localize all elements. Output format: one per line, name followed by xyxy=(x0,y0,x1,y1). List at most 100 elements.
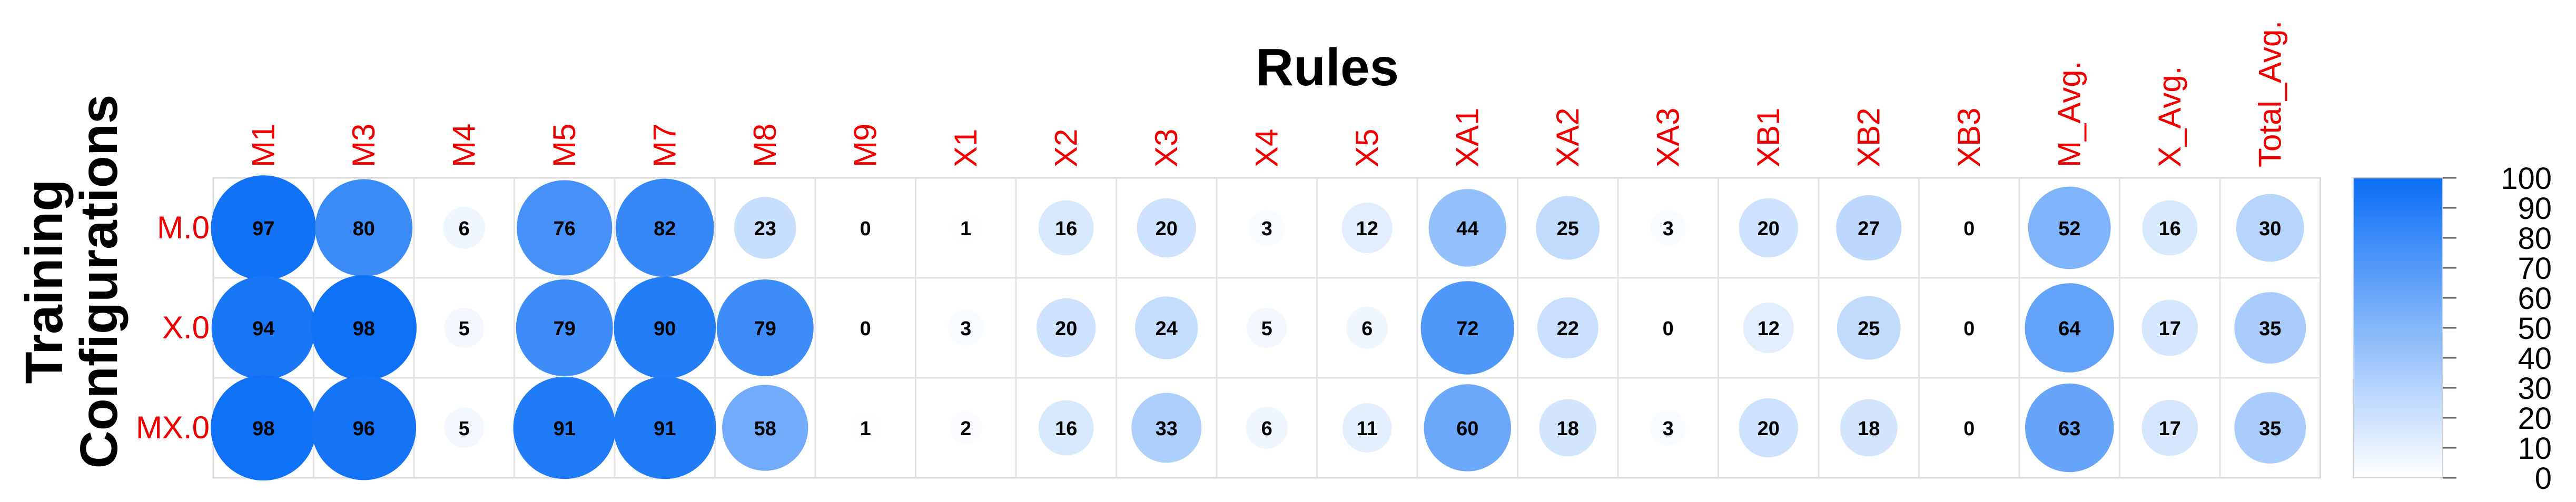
cell-value: 12 xyxy=(1758,318,1780,340)
cell-value: 12 xyxy=(1356,218,1378,240)
column-label: XB2 xyxy=(1851,108,1886,167)
cell-value: 3 xyxy=(1663,418,1674,440)
column-label: Total_Avg. xyxy=(2252,21,2287,167)
cell-value: 94 xyxy=(252,318,274,340)
column-label: X2 xyxy=(1048,129,1083,167)
cell-value: 18 xyxy=(1858,418,1880,440)
colorbar-tick-label: 100 xyxy=(2501,162,2552,196)
column-label: M7 xyxy=(647,124,682,167)
colorbar-tick-label: 50 xyxy=(2518,312,2552,346)
column-label: X4 xyxy=(1249,129,1284,167)
colorbar-tick-label: 0 xyxy=(2535,461,2552,496)
cell-value: 35 xyxy=(2259,418,2281,440)
cell-value: 20 xyxy=(1758,418,1780,440)
cell-value: 72 xyxy=(1456,318,1478,340)
cell-value: 96 xyxy=(353,418,375,440)
column-label: XB3 xyxy=(1951,108,1987,167)
y-axis-title-line: Configurations xyxy=(70,94,129,468)
cell-value: 5 xyxy=(459,318,470,340)
column-label: X1 xyxy=(948,129,983,167)
row-label: MX.0 xyxy=(136,410,210,445)
cell-value: 0 xyxy=(1963,418,1975,440)
column-label: XA3 xyxy=(1650,108,1685,167)
colorbar-tick-label: 20 xyxy=(2518,401,2552,436)
cell-value: 25 xyxy=(1557,218,1579,240)
y-axis-title: TrainingConfigurations xyxy=(15,94,129,468)
cell-value: 35 xyxy=(2259,318,2281,340)
row-label: X.0 xyxy=(162,310,210,345)
column-label: XA2 xyxy=(1550,108,1585,167)
cell-value: 52 xyxy=(2058,218,2080,240)
cell-value: 11 xyxy=(1357,418,1378,440)
cell-value: 0 xyxy=(1663,318,1674,340)
colorbar-tick-label: 30 xyxy=(2518,372,2552,406)
cell-value: 23 xyxy=(754,218,776,240)
cell-value: 24 xyxy=(1156,318,1178,340)
cell-value: 6 xyxy=(1261,418,1272,440)
column-label: X3 xyxy=(1149,129,1184,167)
column-label: X5 xyxy=(1349,129,1385,167)
row-label: M.0 xyxy=(157,210,210,245)
cell-value: 97 xyxy=(252,218,274,240)
column-label: M3 xyxy=(346,124,381,167)
cell-value: 0 xyxy=(1963,218,1975,240)
cell-value: 58 xyxy=(754,418,776,440)
cell-value: 90 xyxy=(654,318,676,340)
cell-value: 64 xyxy=(2058,318,2080,340)
colorbar-tick-label: 40 xyxy=(2518,342,2552,376)
cell-value: 79 xyxy=(754,318,776,340)
cell-value: 2 xyxy=(960,418,971,440)
cell-value: 60 xyxy=(1456,418,1478,440)
y-axis-title-line: Training xyxy=(15,179,74,384)
cell-value: 91 xyxy=(654,418,676,440)
cell-value: 17 xyxy=(2159,418,2181,440)
cell-value: 22 xyxy=(1557,318,1579,340)
colorbar-tick-label: 90 xyxy=(2518,192,2552,226)
column-label: XA1 xyxy=(1449,108,1485,167)
cell-value: 25 xyxy=(1858,318,1880,340)
column-label: M9 xyxy=(847,124,883,167)
colorbar-bar xyxy=(2353,177,2443,478)
heatmap-chart: Rules TrainingConfigurations M1 M3 M4 M5 M7 M… xyxy=(15,21,2552,496)
cell-value: 0 xyxy=(1963,318,1975,340)
cell-value: 3 xyxy=(960,318,971,340)
cell-value: 79 xyxy=(554,318,576,340)
cell-value: 16 xyxy=(2159,218,2181,240)
cell-value: 44 xyxy=(1456,218,1478,240)
cell-value: 20 xyxy=(1156,218,1178,240)
column-label: M1 xyxy=(245,124,281,167)
colorbar: 1009080706050403020100 xyxy=(2353,162,2552,496)
cell-value: 5 xyxy=(459,418,470,440)
colorbar-tick-label: 80 xyxy=(2518,222,2552,256)
cell-value: 1 xyxy=(860,418,871,440)
chart-title: Rules xyxy=(1256,38,1399,97)
cell-value: 18 xyxy=(1557,418,1579,440)
cell-value: 20 xyxy=(1055,318,1077,340)
cell-value: 6 xyxy=(459,218,470,240)
column-label: X_Avg. xyxy=(2152,66,2187,167)
cell-value: 80 xyxy=(353,218,375,240)
cell-value: 76 xyxy=(554,218,576,240)
column-label: M_Avg. xyxy=(2051,61,2087,167)
colorbar-tick-label: 70 xyxy=(2518,252,2552,286)
cell-value: 0 xyxy=(860,318,871,340)
cell-value: 1 xyxy=(960,218,971,240)
cell-value: 63 xyxy=(2058,418,2080,440)
cell-value: 20 xyxy=(1758,218,1780,240)
cell-value: 6 xyxy=(1361,318,1373,340)
colorbar-tick-label: 60 xyxy=(2518,282,2552,316)
cell-value: 27 xyxy=(1858,218,1880,240)
cell-value: 16 xyxy=(1055,418,1077,440)
row-labels: M.0 X.0 MX.0 xyxy=(136,210,210,445)
cell-value: 98 xyxy=(353,318,375,340)
column-label: XB1 xyxy=(1751,108,1786,167)
cell-value: 0 xyxy=(860,218,871,240)
column-label: M4 xyxy=(446,124,481,167)
column-label: M8 xyxy=(747,124,783,167)
cell-value: 3 xyxy=(1663,218,1674,240)
cell-value: 5 xyxy=(1261,318,1272,340)
cell-value: 82 xyxy=(654,218,676,240)
colorbar-tick-label: 10 xyxy=(2518,431,2552,466)
cell-value: 91 xyxy=(554,418,576,440)
column-label: M5 xyxy=(547,124,582,167)
